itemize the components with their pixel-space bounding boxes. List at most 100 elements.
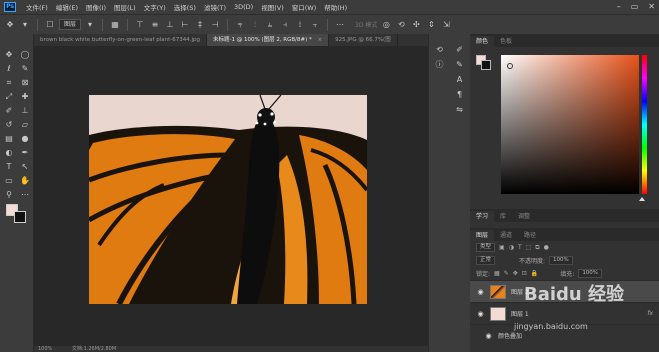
hand-tool-icon[interactable]: ✋: [18, 174, 32, 187]
align-bottom-icon[interactable]: ⊥: [164, 19, 176, 31]
history-brush-tool-icon[interactable]: ↺: [2, 118, 16, 131]
info-icon[interactable]: ⓘ: [433, 59, 446, 71]
background-color-swatch[interactable]: [481, 60, 491, 70]
type-tool-icon[interactable]: T: [2, 160, 16, 173]
eraser-tool-icon[interactable]: ▱: [18, 118, 32, 131]
filter-shape-icon[interactable]: ⬚: [526, 244, 532, 251]
lock-pixels-icon[interactable]: ✎: [504, 270, 509, 277]
opacity-input[interactable]: 100%: [549, 256, 573, 265]
marquee-tool-icon[interactable]: ◯: [18, 48, 32, 61]
3d-drag-icon[interactable]: ✣: [410, 19, 422, 31]
crop-tool-icon[interactable]: ⌗: [2, 76, 16, 89]
tab-libraries[interactable]: 库: [494, 211, 512, 222]
eye-icon[interactable]: ◉: [484, 332, 493, 340]
move-tool-icon[interactable]: ✥: [4, 19, 16, 31]
menu-file[interactable]: 文件(F): [22, 2, 52, 12]
clone-stamp-tool-icon[interactable]: ⊥: [18, 104, 32, 117]
filter-toggle-icon[interactable]: ●: [544, 244, 549, 251]
close-icon[interactable]: ×: [318, 37, 323, 43]
brush-tool-icon[interactable]: ✐: [2, 104, 16, 117]
distribute-left-icon[interactable]: ⫞: [279, 19, 291, 31]
move-tool-icon[interactable]: ✥: [2, 48, 16, 61]
butterfly-photo[interactable]: [89, 95, 367, 304]
menu-view[interactable]: 视图(V): [257, 2, 288, 12]
chevron-down-icon[interactable]: ▾: [84, 19, 96, 31]
3d-orbit-icon[interactable]: ◎: [380, 19, 392, 31]
close-icon[interactable]: ✕: [648, 2, 655, 11]
distribute-bottom-icon[interactable]: ⫨: [264, 19, 276, 31]
align-left-icon[interactable]: ⊢: [179, 19, 191, 31]
align-center-icon[interactable]: ‡: [194, 19, 206, 31]
menu-window[interactable]: 窗口(W): [288, 2, 321, 12]
3d-slide-icon[interactable]: ⇕: [425, 19, 437, 31]
minimize-icon[interactable]: –: [617, 2, 621, 11]
photoshop-logo[interactable]: Ps: [4, 2, 16, 12]
blend-mode-select[interactable]: 正常: [476, 256, 496, 265]
tab-color[interactable]: 颜色: [470, 36, 495, 47]
lock-position-icon[interactable]: ✥: [513, 270, 518, 277]
color-picker-marker[interactable]: [507, 63, 513, 69]
filter-adjust-icon[interactable]: ◑: [509, 244, 514, 251]
filter-smart-icon[interactable]: ⧉: [535, 244, 539, 252]
background-color-swatch[interactable]: [14, 211, 26, 223]
tab-paths[interactable]: 路径: [518, 230, 542, 241]
gradient-tool-icon[interactable]: ▤: [2, 132, 16, 145]
menu-select[interactable]: 选择(S): [170, 2, 200, 12]
auto-select-target-select[interactable]: 图层: [59, 19, 82, 30]
more-options-icon[interactable]: ⋯: [334, 19, 346, 31]
menu-layer[interactable]: 图层(L): [110, 2, 140, 12]
rectangle-tool-icon[interactable]: ▭: [2, 174, 16, 187]
history-icon[interactable]: ⟲: [433, 44, 446, 56]
maximize-icon[interactable]: ▭: [631, 2, 639, 11]
distribute-top-icon[interactable]: ⫧: [234, 19, 246, 31]
blur-tool-icon[interactable]: ●: [18, 132, 32, 145]
lasso-tool-icon[interactable]: ℓ: [2, 62, 16, 75]
layer-kind-filter-select[interactable]: 类型: [476, 243, 496, 252]
quick-select-tool-icon[interactable]: ✎: [18, 62, 32, 75]
character-icon[interactable]: A: [453, 74, 466, 86]
tab-layers[interactable]: 图层: [470, 230, 495, 241]
frame-tool-icon[interactable]: ⊠: [18, 76, 32, 89]
chevron-down-icon[interactable]: ▾: [19, 19, 31, 31]
zoom-level[interactable]: 100%: [38, 346, 52, 352]
canvas-pasteboard[interactable]: [34, 46, 428, 346]
path-select-tool-icon[interactable]: ↖: [18, 160, 32, 173]
healing-brush-tool-icon[interactable]: ✚: [18, 90, 32, 103]
distribute-center-icon[interactable]: ⁞: [294, 19, 306, 31]
tab-butterfly-jpg[interactable]: brown black white butterfly-on-green-lea…: [34, 34, 207, 46]
color-picker-field[interactable]: [501, 55, 639, 194]
3d-scale-icon[interactable]: ⇲: [440, 19, 452, 31]
menu-3d[interactable]: 3D(D): [230, 3, 257, 11]
tab-925-jpg[interactable]: 925.JPG @ 66.7%(图: [329, 34, 398, 46]
align-right-icon[interactable]: ⊣: [209, 19, 221, 31]
distribute-middle-icon[interactable]: ⫶: [249, 19, 261, 31]
dodge-tool-icon[interactable]: ◐: [2, 146, 16, 159]
tab-untitled-1[interactable]: 未标题-1 @ 100% (图层 2, RGB/8#) * ×: [206, 34, 330, 46]
tab-adjustments[interactable]: 调整: [512, 211, 536, 222]
tab-channels[interactable]: 通道: [494, 230, 518, 241]
glyphs-icon[interactable]: ⇋: [453, 104, 466, 116]
hue-slider-knob[interactable]: [639, 197, 645, 201]
tab-learn[interactable]: 学习: [470, 211, 495, 222]
menu-help[interactable]: 帮助(H): [320, 2, 351, 12]
lock-artboard-icon[interactable]: ⊡: [522, 270, 527, 277]
fill-input[interactable]: 100%: [578, 269, 603, 278]
eye-icon[interactable]: ◉: [476, 288, 485, 296]
menu-edit[interactable]: 编辑(E): [52, 2, 82, 12]
align-top-icon[interactable]: ⊤: [134, 19, 146, 31]
eyedropper-tool-icon[interactable]: ⤢: [2, 90, 16, 103]
brushes-icon[interactable]: ✎: [453, 59, 466, 71]
filter-pixel-icon[interactable]: ▣: [499, 244, 505, 251]
filter-type-icon[interactable]: T: [518, 244, 522, 251]
auto-select-checkbox[interactable]: ☐: [44, 19, 56, 31]
brush-settings-icon[interactable]: ✐: [453, 44, 466, 56]
tab-swatches[interactable]: 色板: [494, 36, 518, 47]
menu-image[interactable]: 图像(I): [82, 2, 110, 12]
pen-tool-icon[interactable]: ✒: [18, 146, 32, 159]
transform-controls-icon[interactable]: ▦: [109, 19, 121, 31]
menu-filter[interactable]: 滤镜(T): [200, 2, 230, 12]
menu-type[interactable]: 文字(Y): [140, 2, 170, 12]
3d-roll-icon[interactable]: ⟲: [395, 19, 407, 31]
eye-icon[interactable]: ◉: [476, 310, 485, 318]
hue-slider[interactable]: [642, 55, 647, 194]
